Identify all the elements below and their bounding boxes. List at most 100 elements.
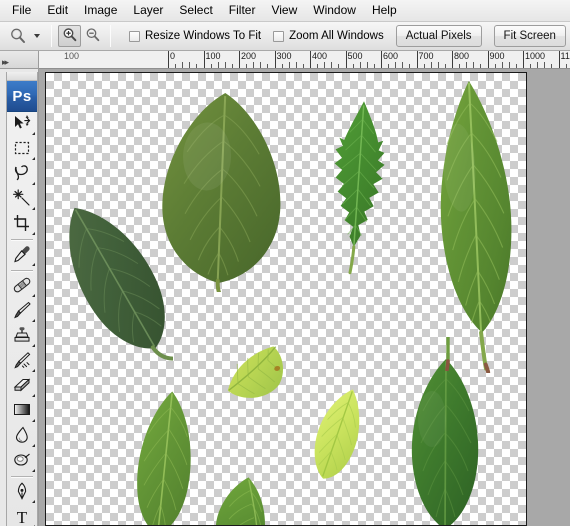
ruler-minor-tick [210, 64, 212, 68]
flyout-corner-icon [32, 263, 35, 266]
ruler-minor-tick [402, 62, 404, 68]
photoshop-logo: Ps [7, 81, 37, 112]
ruler-minor-tick [217, 62, 219, 68]
actual-pixels-button[interactable]: Actual Pixels [395, 25, 482, 47]
fit-screen-button[interactable]: Fit Screen [493, 25, 566, 47]
ruler-minor-tick [331, 62, 333, 68]
ruler-minor-tick [324, 62, 326, 68]
checkbox-box [273, 30, 285, 42]
document-canvas[interactable] [45, 72, 527, 526]
history-brush-tool[interactable] [7, 349, 37, 374]
brush-tool[interactable] [7, 299, 37, 324]
blur-tool[interactable] [7, 424, 37, 449]
move-icon [12, 114, 32, 135]
ruler-minor-tick [182, 62, 184, 68]
ruler-minor-tick [551, 64, 553, 68]
ruler-minor-tick [253, 62, 255, 68]
zoom-out-button[interactable] [81, 25, 104, 47]
lasso-tool[interactable] [7, 162, 37, 187]
menu-item-filter[interactable]: Filter [221, 1, 264, 20]
flyout-corner-icon [32, 444, 35, 447]
menu-item-edit[interactable]: Edit [39, 1, 76, 20]
ruler-label: 600 [383, 51, 399, 61]
text-T-icon: T [16, 508, 28, 526]
ruler-label: 700 [418, 51, 434, 61]
menu-item-image[interactable]: Image [76, 1, 125, 20]
ruler-minor-tick [366, 62, 368, 68]
healing-brush-tool[interactable] [7, 274, 37, 299]
menu-item-layer[interactable]: Layer [125, 1, 171, 20]
eraser-tool[interactable] [7, 374, 37, 399]
eyedropper-tool[interactable] [7, 243, 37, 268]
zoom-all-windows-checkbox[interactable]: Zoom All Windows [273, 30, 384, 42]
leaf-yellow-lower[interactable] [304, 383, 372, 485]
leaf-serrated-top[interactable] [320, 97, 394, 277]
bandaid-icon [11, 276, 33, 297]
pen-tool[interactable] [7, 480, 37, 505]
menu-item-view[interactable]: View [263, 1, 305, 20]
photoshop-window: File Edit Image Layer Select Filter View… [0, 0, 570, 526]
leaf-large-center-top[interactable] [154, 87, 290, 292]
ruler-minor-tick [295, 62, 297, 68]
magic-wand-tool[interactable] [7, 187, 37, 212]
ruler-label: 300 [276, 51, 292, 61]
ruler-minor-tick [175, 64, 177, 68]
canvas-area[interactable] [39, 69, 570, 526]
flyout-corner-icon [32, 419, 35, 422]
ruler-minor-tick [224, 62, 226, 68]
ruler-minor-tick [565, 64, 567, 68]
menu-item-help[interactable]: Help [364, 1, 405, 20]
ruler-minor-tick [352, 64, 354, 68]
ruler-minor-tick [388, 64, 390, 68]
leaf-stem-fragment[interactable] [440, 337, 456, 371]
crop-tool[interactable] [7, 212, 37, 237]
move-tool[interactable] [7, 112, 37, 137]
resize-windows-to-fit-checkbox[interactable]: Resize Windows To Fit [129, 30, 261, 42]
ruler-label: 800 [454, 51, 470, 61]
ruler-minor-tick [466, 62, 468, 68]
leaf-bottom-small[interactable] [212, 477, 284, 525]
menu-bar: File Edit Image Layer Select Filter View… [0, 0, 570, 22]
ruler-label: 200 [241, 51, 257, 61]
toolbox-divider-1 [11, 239, 33, 241]
zoom-in-button[interactable] [58, 25, 81, 47]
leaf-tall-right[interactable] [426, 77, 520, 373]
leaf-green-lower-left[interactable] [128, 387, 200, 525]
flyout-corner-icon [32, 182, 35, 185]
ruler-label: 0 [170, 51, 176, 61]
ruler-minor-tick [508, 62, 510, 68]
leaf-yellow-small[interactable] [218, 345, 300, 403]
ruler-minor-tick [338, 64, 340, 68]
horizontal-ruler[interactable]: 100 0 100 200 300 400 500 600 700 800 900 1000 1100 [0, 51, 570, 69]
menu-item-window[interactable]: Window [305, 1, 364, 20]
paintbrush-icon [12, 301, 32, 322]
tool-preset-picker[interactable] [5, 23, 45, 49]
flyout-corner-icon [32, 469, 35, 472]
options-bar: Resize Windows To Fit Zoom All Windows A… [0, 22, 570, 51]
history-brush-icon [12, 351, 32, 372]
gradient-tool[interactable] [7, 399, 37, 424]
gradient-icon [12, 402, 32, 421]
ruler-minor-tick [501, 62, 503, 68]
flyout-corner-icon [32, 207, 35, 210]
flyout-corner-icon [32, 294, 35, 297]
dodge-tool[interactable] [7, 449, 37, 474]
ruler-minor-tick [189, 62, 191, 68]
double-chevron-right-icon[interactable]: ▸▸ [2, 57, 20, 67]
menu-item-select[interactable]: Select [171, 1, 220, 20]
ruler-label: 1000 [525, 51, 546, 61]
ruler-minor-tick [281, 64, 283, 68]
leaf-dark-lower-right[interactable] [400, 355, 490, 525]
rectangular-marquee-tool[interactable] [7, 137, 37, 162]
ruler-minor-tick [231, 64, 233, 68]
toolbox-gripper[interactable] [7, 72, 37, 81]
ruler-minor-tick [530, 64, 532, 68]
type-tool[interactable]: T [7, 505, 37, 526]
ruler-minor-tick [423, 64, 425, 68]
menu-item-file[interactable]: File [4, 1, 39, 20]
flyout-corner-icon [32, 319, 35, 322]
ruler-minor-tick [246, 64, 248, 68]
clone-stamp-tool[interactable] [7, 324, 37, 349]
ruler-minor-tick [373, 64, 375, 68]
ruler-minor-tick [288, 62, 290, 68]
